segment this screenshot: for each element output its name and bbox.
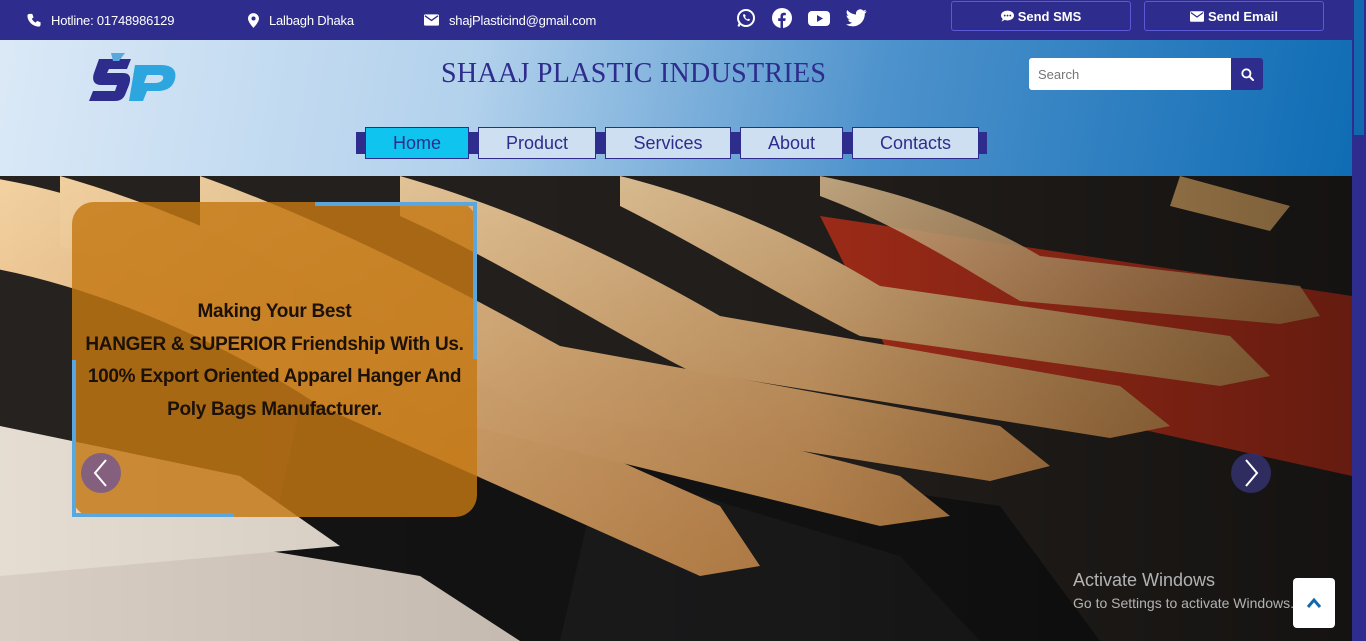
email[interactable]: shajPlasticind@gmail.com	[424, 0, 596, 40]
caption-line: Making Your Best	[197, 301, 352, 322]
back-to-top-button[interactable]	[1293, 578, 1335, 628]
send-sms-button[interactable]: Send SMS	[951, 1, 1131, 31]
phone-icon	[27, 13, 41, 27]
caption-line: Poly Bags Manufacturer.	[167, 398, 382, 420]
top-bar: Hotline: 01748986129 Lalbagh Dhaka shajP…	[0, 0, 1352, 40]
caption-line: HANGER & SUPERIOR Friendship With Us.	[85, 333, 464, 355]
hotline[interactable]: Hotline: 01748986129	[27, 0, 174, 40]
hotline-text: Hotline: 01748986129	[51, 12, 175, 28]
watermark-subtitle: Go to Settings to activate Windows.	[1073, 595, 1294, 611]
hero-caption: Making Your Best HANGER & SUPERIOR Frien…	[78, 296, 471, 426]
location: Lalbagh Dhaka	[248, 0, 354, 40]
slider-prev-button[interactable]	[81, 453, 121, 493]
location-text: Lalbagh Dhaka	[269, 12, 354, 28]
nav-services[interactable]: Services	[605, 127, 731, 159]
facebook-icon[interactable]	[772, 8, 792, 30]
envelope-icon	[1189, 10, 1204, 22]
chevron-left-icon	[93, 459, 107, 487]
nav-about[interactable]: About	[740, 127, 843, 159]
youtube-icon[interactable]	[808, 8, 830, 30]
social-links	[736, 8, 867, 30]
caption-frame-top	[315, 202, 477, 206]
twitter-icon[interactable]	[846, 8, 867, 30]
search-button[interactable]	[1231, 58, 1263, 90]
search-input[interactable]	[1029, 58, 1231, 90]
slider-next-button[interactable]	[1231, 453, 1271, 493]
page-scrollbar[interactable]	[1352, 0, 1366, 641]
nav-product[interactable]: Product	[478, 127, 596, 159]
scrollbar-thumb[interactable]	[1354, 0, 1364, 135]
email-text: shajPlasticind@gmail.com	[449, 12, 597, 28]
caption-frame-left	[72, 360, 76, 517]
chevron-up-icon	[1306, 597, 1322, 608]
send-email-label: Send Email	[1207, 8, 1279, 24]
send-email-button[interactable]: Send Email	[1144, 1, 1324, 31]
nav-contacts[interactable]: Contacts	[852, 127, 979, 159]
site-header: SHAAJ PLASTIC INDUSTRIES Home Product Se…	[0, 40, 1352, 176]
watermark-title: Activate Windows	[1073, 570, 1216, 590]
whatsapp-icon[interactable]	[736, 8, 756, 30]
comment-icon	[1000, 10, 1014, 22]
caption-frame-right	[473, 202, 477, 359]
envelope-icon	[424, 14, 439, 26]
chevron-right-icon	[1245, 459, 1259, 487]
send-sms-label: Send SMS	[1017, 8, 1082, 24]
activate-windows-watermark: Activate Windows Go to Settings to activ…	[1073, 570, 1294, 611]
map-marker-icon	[248, 12, 259, 28]
site-title: SHAAJ PLASTIC INDUSTRIES	[441, 58, 827, 89]
caption-frame-bottom	[72, 513, 234, 517]
search-form	[1029, 58, 1263, 90]
caption-line: 100% Export Oriented Apparel Hanger And	[87, 366, 462, 387]
site-logo[interactable]	[89, 53, 179, 103]
search-icon	[1240, 67, 1254, 81]
nav-home[interactable]: Home	[365, 127, 469, 159]
